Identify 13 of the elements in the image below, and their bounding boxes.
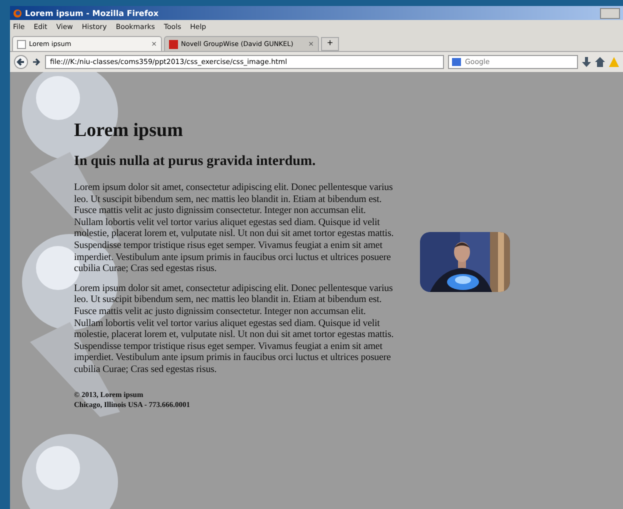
- back-icon[interactable]: [14, 55, 28, 69]
- window-title: Lorem ipsum - Mozilla Firefox: [25, 8, 158, 18]
- page-icon: [17, 40, 26, 48]
- body-paragraph: Lorem ipsum dolor sit amet, consectetur adipiscing elit. Donec pellentesque varius leo. Ut suscipit bibendum sem, nec mattis leo blandit in. Etiam at bibendum est. Fusce mattis velit ac justo dignissim consectetur. Integer non accumsan elit. Nullam lobortis velit vel tortor varius aliquet egestas sed diam. Quisque id velit molestie, placerat lorem et, vulputate nisl. Ut non dui sit amet tortor egestas mattis. Suspendisse tempor tristique risus eget semper. Vivamus feugiat a enim sit amet imperdiet. Vestibulum ante ipsum primis in faucibus orci luctus et ultrices posuere cubilia Curae; Cras sed egestas risus.: [74, 182, 394, 275]
- firefox-logo-icon: [13, 8, 22, 18]
- download-icon[interactable]: [582, 57, 591, 67]
- page-subheading: In quis nulla at purus gravida interdum.: [74, 154, 317, 170]
- page-heading: Lorem ipsum: [74, 120, 184, 142]
- home-icon[interactable]: [595, 57, 605, 67]
- body-paragraph: Lorem ipsum dolor sit amet, consectetur adipiscing elit. Donec pellentesque varius leo. Ut suscipit bibendum sem, nec mattis leo blandit in. Etiam at bibendum est. Fusce mattis velit ac justo dignissim consectetur. Integer non accumsan elit. Nullam lobortis velit vel tortor varius aliquet egestas sed diam. Quisque id velit molestie, placerat lorem et, vulputate nisl. Ut non dui sit amet tortor egestas mattis. Suspendisse tempor tristique risus eget semper. Vivamus feugiat a enim sit amet imperdiet. Vestibulum ante ipsum primis in faucibus orci luctus et ultrices posuere cubilia Curae; Cras sed egestas risus.: [74, 282, 394, 376]
- page-icon: [169, 40, 178, 48]
- forward-icon[interactable]: [32, 57, 41, 67]
- new-tab-button[interactable]: +: [321, 37, 339, 51]
